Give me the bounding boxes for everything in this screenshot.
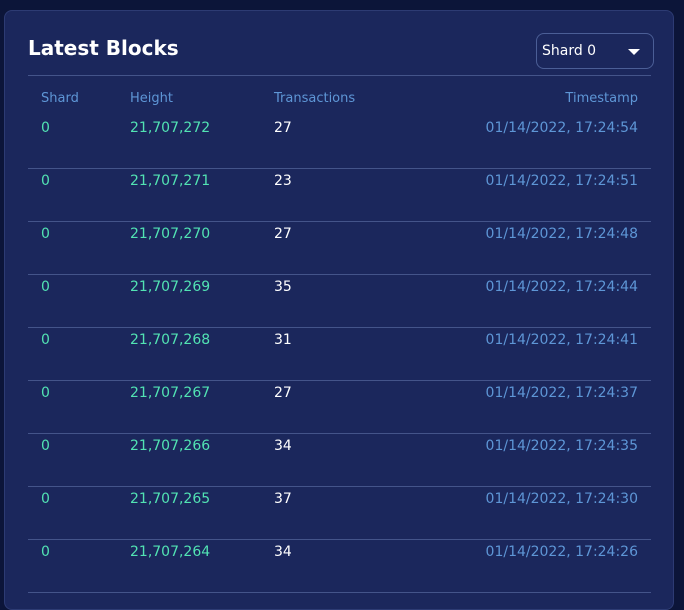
blocks-table: Shard Height Transactions Timestamp 0 21… <box>28 76 651 593</box>
shard-cell: 0 <box>41 173 50 189</box>
transactions-cell: 35 <box>274 279 292 295</box>
transactions-cell: 31 <box>274 332 292 348</box>
block-height-link[interactable]: 21,707,264 <box>130 543 210 561</box>
timestamp-cell: 01/14/2022, 17:24:51 <box>485 173 638 189</box>
table-row[interactable]: 0 21,707,264 34 01/14/2022, 17:24:26 <box>28 540 651 593</box>
timestamp-cell: 01/14/2022, 17:24:30 <box>485 491 638 507</box>
shard-cell: 0 <box>41 385 50 401</box>
shard-cell: 0 <box>41 544 50 560</box>
transactions-cell: 23 <box>274 173 292 189</box>
table-row[interactable]: 0 21,707,268 31 01/14/2022, 17:24:41 <box>28 328 651 381</box>
shard-cell: 0 <box>41 120 50 136</box>
block-height-link[interactable]: 21,707,267 <box>130 384 210 402</box>
column-header-transactions[interactable]: Transactions <box>274 91 355 107</box>
table-row[interactable]: 0 21,707,267 27 01/14/2022, 17:24:37 <box>28 381 651 434</box>
shard-cell: 0 <box>41 226 50 242</box>
block-height-link[interactable]: 21,707,268 <box>130 331 210 349</box>
block-height-link[interactable]: 21,707,269 <box>130 278 210 296</box>
transactions-cell: 37 <box>274 491 292 507</box>
block-height-link[interactable]: 21,707,265 <box>130 490 210 508</box>
shard-cell: 0 <box>41 491 50 507</box>
table-row[interactable]: 0 21,707,270 27 01/14/2022, 17:24:48 <box>28 222 651 275</box>
block-height-link[interactable]: 21,707,271 <box>130 172 210 190</box>
table-row[interactable]: 0 21,707,272 27 01/14/2022, 17:24:54 <box>28 116 651 169</box>
timestamp-cell: 01/14/2022, 17:24:48 <box>485 226 638 242</box>
column-header-shard[interactable]: Shard <box>41 91 79 107</box>
transactions-cell: 34 <box>274 438 292 454</box>
latest-blocks-panel: Latest Blocks Shard 0 Shard Height Trans… <box>4 10 674 610</box>
shard-cell: 0 <box>41 279 50 295</box>
table-row[interactable]: 0 21,707,266 34 01/14/2022, 17:24:35 <box>28 434 651 487</box>
shard-select[interactable]: Shard 0 <box>536 33 654 69</box>
shard-cell: 0 <box>41 438 50 454</box>
shard-cell: 0 <box>41 332 50 348</box>
table-row[interactable]: 0 21,707,269 35 01/14/2022, 17:24:44 <box>28 275 651 328</box>
block-height-link[interactable]: 21,707,270 <box>130 225 210 243</box>
timestamp-cell: 01/14/2022, 17:24:54 <box>485 120 638 136</box>
timestamp-cell: 01/14/2022, 17:24:37 <box>485 385 638 401</box>
timestamp-cell: 01/14/2022, 17:24:41 <box>485 332 638 348</box>
panel-title: Latest Blocks <box>28 36 179 60</box>
chevron-down-icon <box>628 49 640 55</box>
block-height-link[interactable]: 21,707,266 <box>130 437 210 455</box>
table-header-row: Shard Height Transactions Timestamp <box>28 76 651 116</box>
timestamp-cell: 01/14/2022, 17:24:26 <box>485 544 638 560</box>
transactions-cell: 27 <box>274 120 292 136</box>
block-height-link[interactable]: 21,707,272 <box>130 119 210 137</box>
timestamp-cell: 01/14/2022, 17:24:35 <box>485 438 638 454</box>
table-row[interactable]: 0 21,707,271 23 01/14/2022, 17:24:51 <box>28 169 651 222</box>
column-header-height[interactable]: Height <box>130 91 173 107</box>
table-row[interactable]: 0 21,707,265 37 01/14/2022, 17:24:30 <box>28 487 651 540</box>
transactions-cell: 34 <box>274 544 292 560</box>
timestamp-cell: 01/14/2022, 17:24:44 <box>485 279 638 295</box>
transactions-cell: 27 <box>274 226 292 242</box>
shard-select-value: Shard 0 <box>542 43 597 59</box>
transactions-cell: 27 <box>274 385 292 401</box>
column-header-timestamp[interactable]: Timestamp <box>565 91 638 107</box>
